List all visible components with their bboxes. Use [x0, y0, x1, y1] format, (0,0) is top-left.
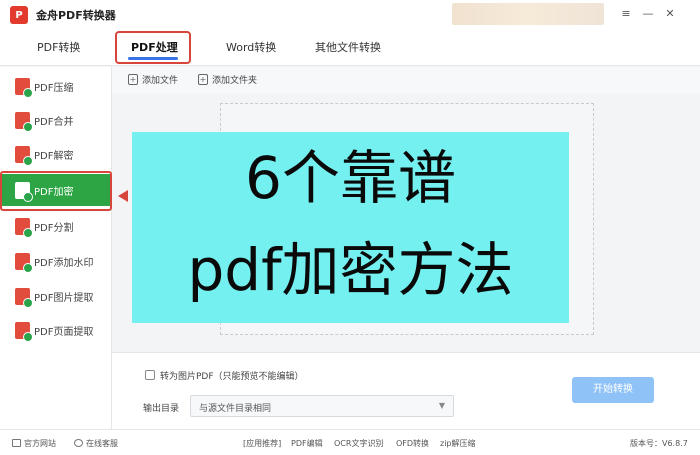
pointer-arrow-icon — [118, 190, 128, 202]
file-toolbar: + 添加文件 + 添加文件夹 — [112, 67, 700, 93]
add-folder-icon: + — [198, 74, 208, 85]
headset-icon — [74, 439, 83, 447]
add-folder-button[interactable]: + 添加文件夹 — [198, 73, 257, 86]
sidebar-item-label: PDF添加水印 — [34, 257, 94, 269]
menu-icon[interactable]: ≡ — [618, 6, 634, 22]
version-label: 版本号：V6.8.7 — [630, 439, 688, 448]
output-dir-select[interactable]: 与源文件目录相同 ▼ — [190, 395, 454, 417]
support-link[interactable]: 在线客服 — [74, 438, 118, 449]
sidebar-item-compress[interactable]: PDF压缩 — [0, 70, 112, 102]
pdf-file-icon — [15, 217, 33, 238]
output-dir-value: 与源文件目录相同 — [199, 404, 272, 414]
add-file-label: 添加文件 — [142, 76, 179, 86]
recommend-label: [应用推荐] — [243, 439, 282, 448]
link-ofd[interactable]: OFD转换 — [396, 438, 429, 449]
pdf-file-icon — [15, 145, 33, 166]
link-zip[interactable]: zip解压缩 — [440, 438, 476, 449]
app-logo-icon: P — [10, 6, 28, 24]
sidebar-item-extract-images[interactable]: PDF图片提取 — [0, 280, 112, 312]
output-options: 转为图片PDF（只能预览不能编辑） 输出目录 与源文件目录相同 ▼ 开始转换 — [112, 352, 700, 429]
link-ocr[interactable]: OCR文字识别 — [334, 438, 383, 449]
main-tabs: PDF转换 PDF处理 Word转换 其他文件转换 — [0, 30, 700, 66]
status-bar: 官方网站 在线客服 [应用推荐] PDF编辑 OCR文字识别 OFD转换 zip… — [0, 429, 700, 455]
website-link[interactable]: 官方网站 — [12, 438, 56, 449]
add-folder-label: 添加文件夹 — [212, 76, 258, 86]
sidebar-item-label: PDF页面提取 — [34, 326, 94, 338]
app-title: 金舟PDF转换器 — [36, 9, 116, 22]
monitor-icon — [12, 439, 21, 447]
sidebar: PDF压缩 PDF合并 PDF解密 PDF加密 PDF分割 PDF添加水印 PD… — [0, 67, 112, 429]
overlay-title-line1: 6个靠谱 — [245, 144, 456, 212]
sidebar-item-label: PDF合并 — [34, 116, 74, 128]
sidebar-item-merge[interactable]: PDF合并 — [0, 104, 112, 136]
title-bar-banner — [452, 3, 604, 25]
close-icon[interactable]: ✕ — [662, 6, 678, 22]
minimize-icon[interactable]: — — [640, 6, 656, 22]
pdf-file-icon — [15, 252, 33, 273]
sidebar-item-label: PDF分割 — [34, 222, 74, 234]
tab-highlight-box — [115, 31, 191, 64]
add-file-button[interactable]: + 添加文件 — [128, 73, 178, 86]
pdf-file-icon — [15, 287, 33, 308]
pdf-file-icon — [15, 77, 33, 98]
sidebar-item-watermark[interactable]: PDF添加水印 — [0, 245, 112, 277]
image-pdf-checkbox-label: 转为图片PDF（只能预览不能编辑） — [160, 372, 304, 382]
support-label: 在线客服 — [86, 439, 118, 448]
website-label: 官方网站 — [24, 439, 56, 448]
sidebar-item-extract-pages[interactable]: PDF页面提取 — [0, 314, 112, 346]
tab-word-convert[interactable]: Word转换 — [226, 38, 276, 58]
sidebar-item-label: PDF压缩 — [34, 82, 74, 94]
sidebar-item-decrypt[interactable]: PDF解密 — [0, 138, 112, 170]
tab-other-convert[interactable]: 其他文件转换 — [315, 38, 381, 58]
sidebar-highlight-box — [0, 171, 112, 211]
tab-pdf-convert[interactable]: PDF转换 — [37, 38, 80, 58]
title-bar: P 金舟PDF转换器 ≡ — ✕ — [0, 0, 700, 30]
sidebar-item-split[interactable]: PDF分割 — [0, 210, 112, 242]
output-dir-label: 输出目录 — [143, 404, 180, 414]
image-pdf-checkbox[interactable] — [145, 370, 155, 380]
sidebar-item-label: PDF解密 — [34, 150, 74, 162]
overlay-banner: 6个靠谱 pdf加密方法 — [132, 132, 569, 323]
add-file-icon: + — [128, 74, 138, 85]
start-convert-button[interactable]: 开始转换 — [572, 377, 654, 403]
overlay-title-line2: pdf加密方法 — [187, 236, 514, 304]
pdf-file-icon — [15, 321, 33, 342]
link-pdf-edit[interactable]: PDF编辑 — [291, 438, 323, 449]
chevron-down-icon: ▼ — [438, 401, 445, 410]
pdf-file-icon — [15, 111, 33, 132]
sidebar-item-label: PDF图片提取 — [34, 292, 94, 304]
